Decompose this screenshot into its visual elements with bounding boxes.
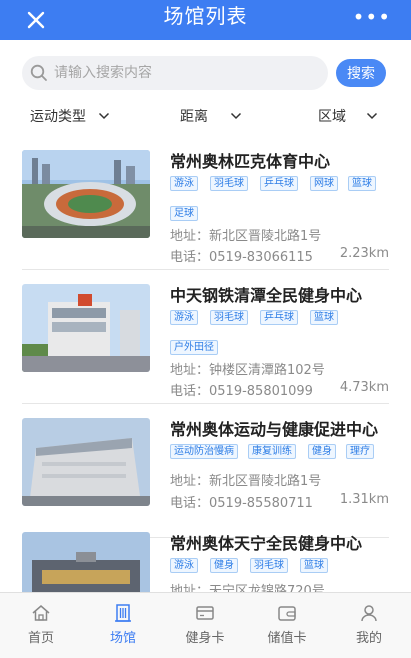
venue-photo [22, 150, 150, 238]
venue-photo [22, 418, 150, 506]
venue-card[interactable]: 中天钢铁清潭全民健身中心 游泳 羽毛球 乒乓球 篮球 户外田径 地址：钟楼区清潭… [22, 274, 389, 404]
search-button[interactable]: 搜索 [336, 59, 386, 87]
tab-label: 储值卡 [267, 631, 307, 646]
venue-address: 地址：新北区晋陵北路1号 [170, 229, 322, 244]
sport-tag: 乒乓球 [260, 176, 298, 191]
sport-tag: 足球 [170, 206, 198, 221]
venue-phone: 电话：0519-85801099 [170, 384, 313, 399]
venue-card[interactable]: 常州奥林匹克体育中心 游泳 羽毛球 乒乓球 网球 篮球 足球 地址：新北区晋陵北… [22, 140, 389, 270]
tab-stored-value-card[interactable]: 储值卡 [246, 593, 328, 653]
chevron-down-icon [98, 112, 110, 120]
wallet-icon [278, 606, 296, 621]
venue-distance: 2.23km [339, 246, 389, 261]
sport-tag: 健身 [308, 444, 336, 459]
sport-tag: 运动防治慢病 [170, 444, 238, 459]
page-title: 场馆列表 [163, 4, 248, 28]
tab-label: 场馆 [109, 631, 136, 646]
sport-tag: 篮球 [348, 176, 376, 191]
tab-mine[interactable]: 我的 [328, 593, 410, 653]
sport-tag: 健身 [210, 558, 238, 573]
filter-region[interactable]: 区域 [318, 100, 378, 132]
venue-card[interactable]: 常州奥体运动与健康促进中心 运动防治慢病 康复训练 健身 理疗 地址：新北区晋陵… [22, 408, 389, 538]
sport-tag: 网球 [310, 176, 338, 191]
sport-tag: 篮球 [300, 558, 328, 573]
tab-bar: 首页 场馆 健身卡 储值卡 我的 [0, 592, 411, 658]
venue-phone: 电话：0519-85580711 [170, 496, 313, 511]
venue-address: 地址：钟楼区清潭路102号 [170, 363, 325, 378]
more-icon[interactable]: ••• [353, 7, 391, 27]
tab-label: 首页 [27, 631, 54, 646]
chevron-down-icon [366, 112, 378, 120]
top-bar: 场馆列表 ••• [0, 0, 411, 40]
search-bar [22, 56, 328, 90]
tab-label: 我的 [355, 631, 382, 646]
tab-venues[interactable]: 场馆 [82, 593, 164, 653]
venue-address: 地址：新北区晋陵北路1号 [170, 474, 322, 489]
sport-tag: 康复训练 [248, 444, 296, 459]
building-icon [115, 604, 131, 622]
user-icon [361, 605, 377, 622]
filter-label: 运动类型 [30, 109, 86, 125]
venue-photo [22, 284, 150, 372]
venue-name: 常州奥体运动与健康促进中心 [170, 420, 379, 439]
tab-home[interactable]: 首页 [0, 593, 82, 653]
search-icon [30, 64, 47, 81]
venue-name: 常州奥林匹克体育中心 [170, 152, 331, 171]
sport-tag: 游泳 [170, 558, 198, 573]
filter-label: 距离 [180, 109, 208, 125]
filter-bar: 运动类型 距离 区域 [0, 100, 411, 132]
card-icon [196, 606, 214, 620]
sport-tag: 理疗 [346, 444, 374, 459]
filter-label: 区域 [318, 109, 346, 125]
sport-tag: 羽毛球 [210, 310, 248, 325]
filter-distance[interactable]: 距离 [180, 100, 242, 132]
sport-tag: 游泳 [170, 176, 198, 191]
tab-label: 健身卡 [185, 631, 225, 646]
sport-tag: 羽毛球 [210, 176, 248, 191]
home-icon [32, 605, 50, 621]
sport-tag: 羽毛球 [250, 558, 288, 573]
sport-tag: 篮球 [310, 310, 338, 325]
venue-name: 中天钢铁清潭全民健身中心 [170, 286, 363, 305]
filter-sport-type[interactable]: 运动类型 [30, 100, 110, 132]
sport-tag: 游泳 [170, 310, 198, 325]
venue-distance: 4.73km [339, 380, 389, 395]
chevron-down-icon [230, 112, 242, 120]
sport-tag: 乒乓球 [260, 310, 298, 325]
sport-tag: 户外田径 [170, 340, 218, 355]
search-input[interactable] [54, 56, 314, 90]
venue-distance: 1.31km [339, 492, 389, 507]
venue-name: 常州奥体天宁全民健身中心 [170, 534, 363, 553]
tab-fitness-card[interactable]: 健身卡 [164, 593, 246, 653]
venue-phone: 电话：0519-83066115 [170, 250, 313, 265]
